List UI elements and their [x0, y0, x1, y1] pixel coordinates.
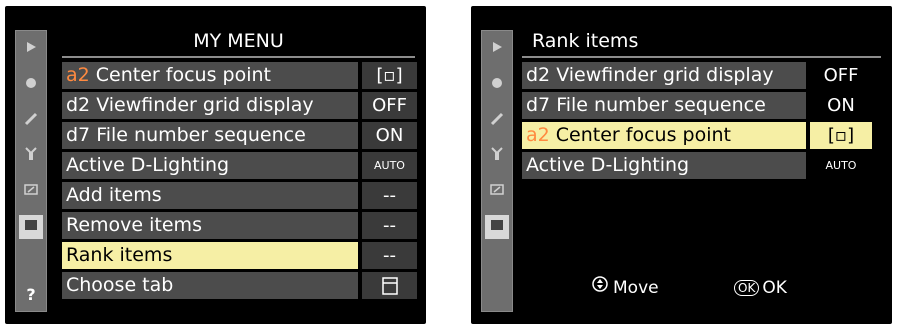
retouch-icon[interactable]	[19, 179, 43, 203]
help-icon[interactable]: ?	[19, 283, 43, 307]
camera-icon[interactable]	[485, 73, 509, 97]
menu-item-remove-items[interactable]: Remove items	[62, 212, 358, 239]
value-add-items: --	[362, 182, 417, 209]
pencil-icon[interactable]	[19, 109, 43, 133]
multi-selector-icon	[591, 274, 609, 302]
value-center-focus-point: [▫]	[362, 62, 417, 89]
my-menu-screen: ? MY MENU a2 Center focus point [▫] d2 V…	[5, 6, 426, 324]
move-hint: Move	[591, 274, 659, 302]
rank-item-file-number-sequence[interactable]: d7 File number sequence	[522, 92, 806, 119]
rank-item-center-focus-point[interactable]: a2 Center focus point	[522, 122, 806, 149]
menu-tab-strip	[481, 30, 513, 312]
value-active-d-lighting: AUTO	[825, 159, 857, 172]
value-rank-items: --	[362, 242, 417, 269]
menu-item-viewfinder-grid[interactable]: d2 Viewfinder grid display	[62, 92, 358, 119]
value-center-focus-point: [▫]	[810, 122, 872, 149]
menu-item-file-number-sequence[interactable]: d7 File number sequence	[62, 122, 358, 149]
wrench-icon[interactable]	[19, 143, 43, 167]
value-viewfinder-grid: OFF	[823, 65, 859, 86]
playback-icon[interactable]	[19, 37, 43, 61]
rank-items-screen: Rank items d2 Viewfinder grid display OF…	[471, 6, 892, 324]
rank-item-viewfinder-grid[interactable]: d2 Viewfinder grid display	[522, 62, 806, 89]
menu-item-choose-tab[interactable]: Choose tab	[62, 272, 358, 299]
menu-item-center-focus-point[interactable]: a2 Center focus point	[62, 62, 358, 89]
value-file-number-sequence: ON	[362, 122, 417, 149]
value-active-d-lighting: AUTO	[362, 152, 417, 179]
value-file-number-sequence: ON	[827, 95, 855, 116]
value-remove-items: --	[362, 212, 417, 239]
ok-button-icon: OK	[734, 280, 760, 296]
mymenu-icon[interactable]	[19, 215, 43, 239]
wrench-icon[interactable]	[485, 143, 509, 167]
choose-tab-icon	[362, 272, 417, 299]
menu-item-rank-items[interactable]: Rank items	[62, 242, 358, 269]
camera-icon[interactable]	[19, 73, 43, 97]
rank-item-active-d-lighting[interactable]: Active D-Lighting	[522, 152, 806, 179]
menu-item-add-items[interactable]: Add items	[62, 182, 358, 209]
value-viewfinder-grid: OFF	[362, 92, 417, 119]
pencil-icon[interactable]	[485, 109, 509, 133]
menu-title: Rank items	[522, 24, 881, 58]
menu-item-active-d-lighting[interactable]: Active D-Lighting	[62, 152, 358, 179]
ok-hint: OK OK	[734, 274, 787, 302]
menu-tab-strip: ?	[15, 30, 47, 312]
menu-title: MY MENU	[62, 24, 415, 58]
retouch-icon[interactable]	[485, 179, 509, 203]
mymenu-icon[interactable]	[485, 215, 509, 239]
playback-icon[interactable]	[485, 37, 509, 61]
